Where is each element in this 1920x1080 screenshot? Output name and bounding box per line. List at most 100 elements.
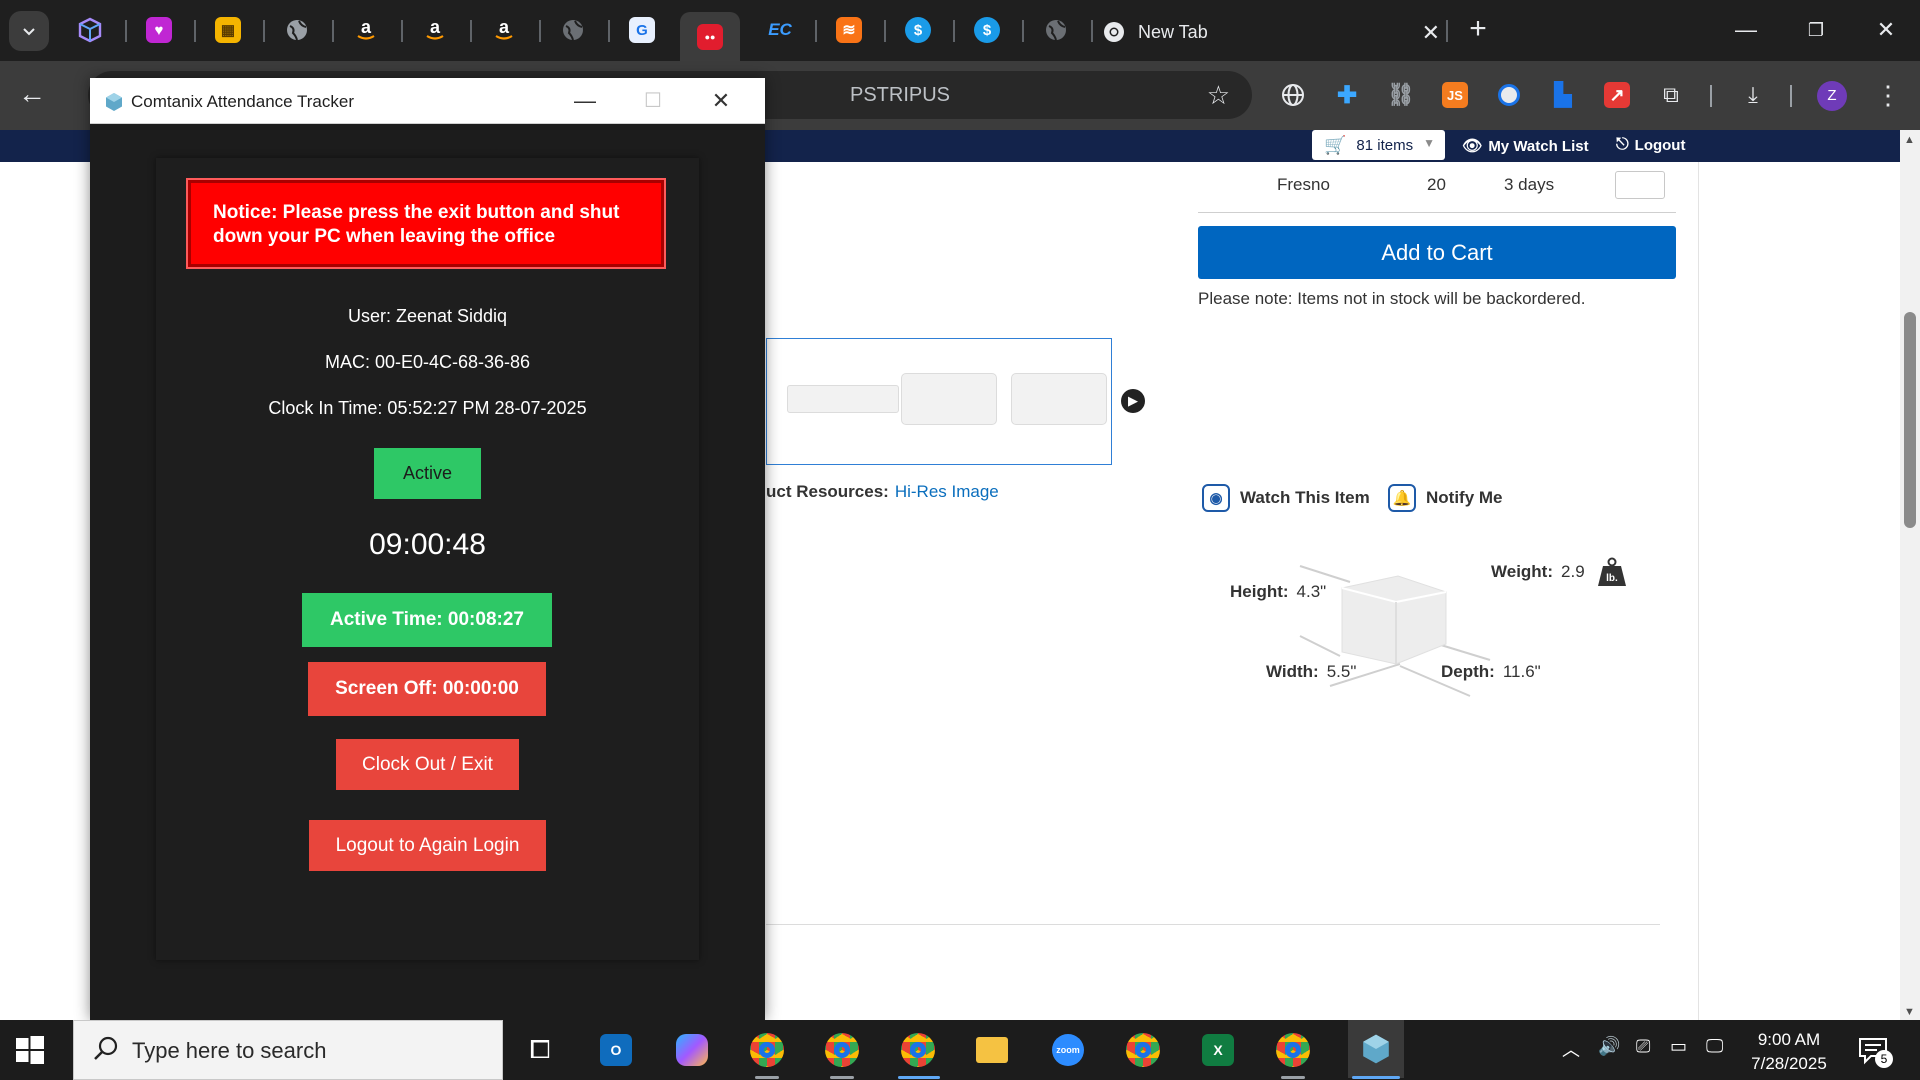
notification-center-icon[interactable]: 5 — [1857, 1034, 1893, 1068]
pinned-tab-pink[interactable]: ♥ — [141, 12, 177, 48]
close-tab-icon[interactable]: ✕ — [1422, 20, 1440, 46]
pinned-tab-globe-3[interactable] — [1038, 12, 1074, 48]
scroll-up-arrow-icon[interactable]: ▲ — [1904, 134, 1915, 146]
attendance-tracker-taskbar-icon[interactable] — [1348, 1020, 1404, 1078]
circle-extension-icon[interactable] — [1491, 77, 1527, 113]
folder-icon — [976, 1037, 1008, 1063]
height-value: 4.3" — [1296, 582, 1327, 601]
minimize-icon[interactable]: — — [560, 84, 610, 118]
kebab-menu-icon[interactable]: ⋮ — [1870, 77, 1906, 113]
scroll-down-arrow-icon[interactable]: ▼ — [1904, 1006, 1915, 1018]
system-clock[interactable]: 9:00 AM 7/28/2025 — [1734, 1028, 1844, 1076]
cart-dropdown[interactable]: 🛒 81 items ▼ — [1312, 130, 1445, 160]
active-time-display: Active Time: 00:08:27 — [302, 593, 552, 647]
pinned-tab-globe-1[interactable] — [279, 12, 315, 48]
js-extension-icon[interactable]: JS — [1437, 77, 1473, 113]
my-watch-list-link[interactable]: 👁 My Watch List — [1462, 136, 1589, 156]
chrome-taskbar-icon[interactable] — [1123, 1030, 1163, 1070]
tab-title: New Tab — [1138, 21, 1208, 42]
running-indicator — [1352, 1076, 1400, 1079]
chrome-profile-1-taskbar-icon[interactable] — [747, 1030, 787, 1070]
chart-extension-icon[interactable]: ▙ — [1545, 77, 1581, 113]
page-scrollbar[interactable]: ▲ ▼ — [1900, 130, 1920, 1020]
watch-this-item-button[interactable]: ◉ Watch This Item — [1202, 484, 1370, 512]
outlook-taskbar-icon[interactable]: O — [596, 1030, 636, 1070]
pinned-tab-dollar-2[interactable]: $ — [969, 12, 1005, 48]
close-icon[interactable]: ✕ — [696, 84, 746, 118]
extensions-puzzle-icon[interactable]: ⧉ — [1653, 77, 1689, 113]
cross-extension-icon[interactable]: ✚ — [1329, 77, 1365, 113]
clock-out-button[interactable]: Clock Out / Exit — [336, 739, 519, 790]
product-thumbnail-strip[interactable] — [766, 338, 1112, 465]
meet-now-icon[interactable]: ⎚ — [1636, 1036, 1650, 1057]
pinned-tab-box[interactable]: ▦ — [210, 12, 246, 48]
show-hidden-icons-icon[interactable]: ︿ — [1562, 1036, 1580, 1062]
weight-unit: lb. — [1606, 573, 1618, 584]
restore-icon[interactable]: ❐ — [1786, 10, 1846, 50]
globe-extension-icon[interactable] — [1275, 77, 1311, 113]
profile-avatar[interactable]: Z — [1817, 81, 1847, 111]
zoom-taskbar-icon[interactable]: zoom — [1048, 1030, 1088, 1070]
product-thumbnail[interactable] — [787, 385, 899, 413]
weight-icon: lb. — [1598, 557, 1626, 586]
arrow-extension-icon[interactable]: ↗ — [1599, 77, 1635, 113]
minimize-icon[interactable]: — — [1716, 10, 1776, 50]
scrollbar-thumb[interactable] — [1904, 312, 1916, 528]
pinned-tab-ec[interactable]: EC — [762, 12, 798, 48]
network-icon[interactable]: 🖵 — [1706, 1036, 1723, 1057]
notify-me-button[interactable]: 🔔 Notify Me — [1388, 484, 1503, 512]
pinned-tab-amazon-2[interactable]: a — [417, 12, 453, 48]
clock-date: 7/28/2025 — [1751, 1054, 1827, 1073]
pinned-tab-g[interactable]: G — [624, 12, 660, 48]
add-to-cart-button[interactable]: Add to Cart — [1198, 226, 1676, 279]
relogin-button[interactable]: Logout to Again Login — [309, 820, 546, 871]
product-thumbnail[interactable] — [1011, 373, 1107, 425]
taskbar-search-box[interactable]: Type here to search — [73, 1020, 503, 1080]
chrome-profile-3-taskbar-icon[interactable] — [898, 1030, 938, 1070]
chrome-profile-z-taskbar-icon[interactable] — [1273, 1030, 1313, 1070]
globe-icon — [1046, 20, 1066, 41]
battery-icon[interactable]: ▭ — [1670, 1036, 1687, 1057]
close-window-icon[interactable]: ✕ — [1856, 10, 1916, 50]
excel-taskbar-icon[interactable]: X — [1198, 1030, 1238, 1070]
windows-start-icon[interactable] — [14, 1034, 46, 1066]
pinned-tab-active[interactable]: ●● — [680, 12, 740, 61]
copilot-icon — [676, 1034, 708, 1066]
copilot-taskbar-icon[interactable] — [672, 1030, 712, 1070]
search-icon — [94, 1036, 118, 1060]
volume-icon[interactable]: 🔊 — [1598, 1036, 1620, 1057]
task-view-icon[interactable]: ⧠ — [520, 1030, 560, 1070]
tab-new-tab[interactable]: New Tab ✕ — [1102, 12, 1458, 52]
bookmark-star-icon[interactable]: ☆ — [1207, 80, 1230, 111]
new-tab-button[interactable]: + — [1460, 12, 1496, 48]
pinned-tab-sublime[interactable]: ≋ — [831, 12, 867, 48]
pinned-tab-globe-2[interactable] — [555, 12, 591, 48]
file-explorer-taskbar-icon[interactable] — [972, 1030, 1012, 1070]
chrome-icon — [1104, 22, 1124, 42]
download-icon[interactable]: ⤓ — [1735, 77, 1771, 113]
tab-search-button[interactable] — [9, 11, 49, 51]
pinned-tab-dollar-1[interactable]: $ — [900, 12, 936, 48]
tab-separator — [332, 20, 334, 42]
chrome-profile-2-taskbar-icon[interactable] — [822, 1030, 862, 1070]
tab-separator — [1091, 20, 1093, 42]
dollar-icon: $ — [905, 17, 931, 43]
quantity-input[interactable] — [1615, 171, 1665, 199]
back-arrow-icon[interactable]: ← — [18, 77, 54, 113]
pinned-tab-amazon-3[interactable]: a — [486, 12, 522, 48]
hi-res-image-link[interactable]: Hi-Res Image — [895, 482, 999, 501]
next-arrow-icon[interactable]: ▶ — [1121, 389, 1145, 413]
running-indicator — [755, 1076, 779, 1079]
tracker-title-bar[interactable]: Comtanix Attendance Tracker — ☐ ✕ — [90, 78, 765, 124]
product-thumbnail[interactable] — [901, 373, 997, 425]
pinned-tab-cube[interactable] — [72, 12, 108, 48]
link-extension-icon[interactable]: ⛓ — [1383, 77, 1419, 113]
product-dimensions: Height: 4.3" Weight: 2.9 Width: 5.5" Depth:… — [1228, 550, 1608, 710]
cube-icon — [78, 17, 102, 43]
red-app-icon: ●● — [697, 23, 723, 50]
tracker-app-icon — [106, 93, 122, 111]
pinned-tab-amazon-1[interactable]: a — [348, 12, 384, 48]
maximize-icon[interactable]: ☐ — [628, 84, 678, 118]
outlook-icon: O — [600, 1034, 632, 1066]
logout-link[interactable]: ⎋ Logout — [1616, 136, 1685, 154]
